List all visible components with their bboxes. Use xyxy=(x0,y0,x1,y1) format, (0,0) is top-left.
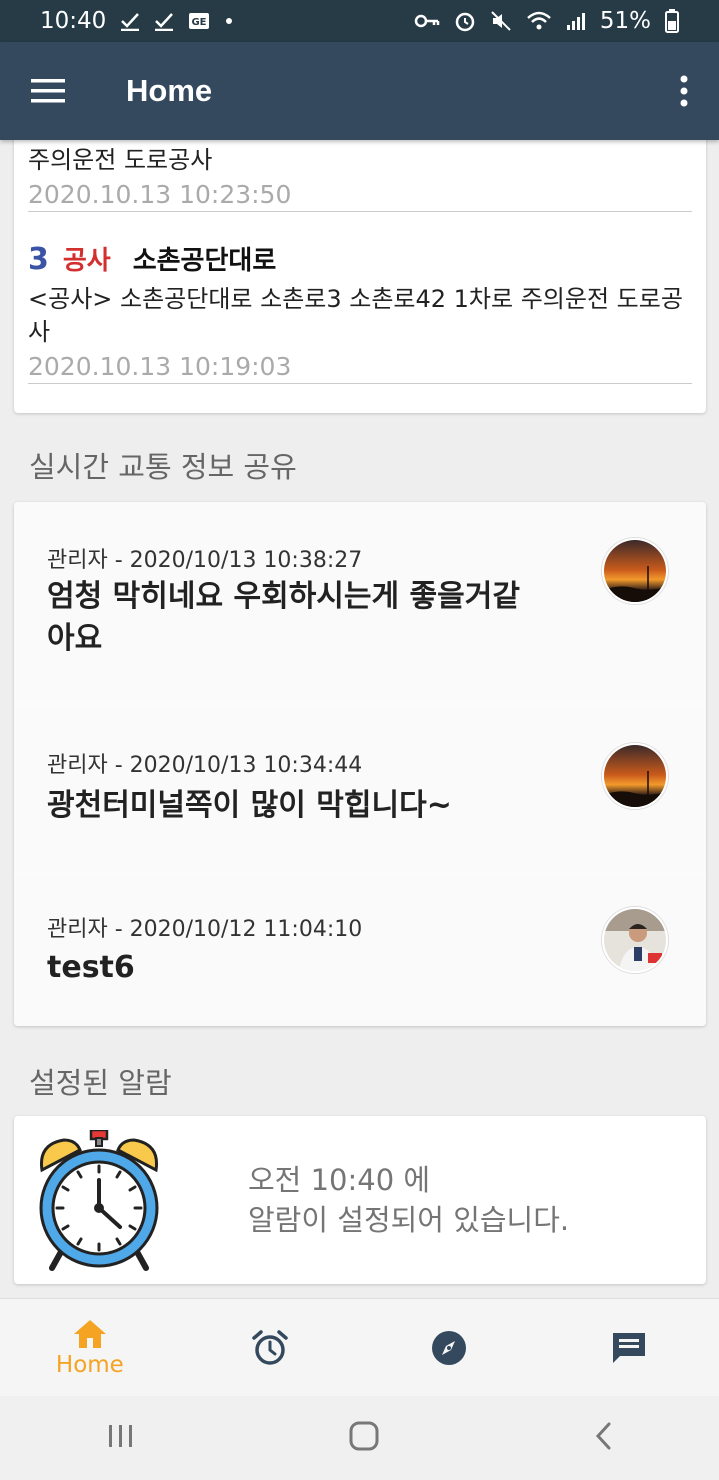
signal-icon xyxy=(566,11,586,31)
alarm-icon xyxy=(251,1329,288,1365)
divider xyxy=(28,383,692,384)
nav-home-label: Home xyxy=(55,1351,124,1378)
alarm-card[interactable]: 오전 10:40 에 알람이 설정되어 있습니다. xyxy=(14,1116,706,1284)
notice-number: 3 xyxy=(28,242,49,277)
more-options-button[interactable] xyxy=(649,42,719,140)
notice-description: <공사> 소촌공단대로 소촌로3 소촌로42 1차로 주의운전 도로공사 xyxy=(28,285,683,346)
home-system-button[interactable] xyxy=(348,1420,380,1456)
app-bar: Home xyxy=(0,42,719,140)
nav-explore[interactable] xyxy=(360,1299,540,1396)
post-text: 엄청 막히네요 우회하시는게 좋을거같아요 xyxy=(47,579,520,656)
key-icon xyxy=(414,13,440,29)
status-right: 51% xyxy=(414,8,679,34)
nav-home[interactable]: Home xyxy=(0,1299,180,1396)
recent-apps-icon xyxy=(109,1425,133,1447)
avatar xyxy=(602,538,668,604)
check-icon xyxy=(154,11,174,31)
share-post[interactable]: 관리자 - 2020/10/13 10:34:44 광천터미널쪽이 많이 막힙니… xyxy=(14,707,706,872)
mute-icon xyxy=(490,10,512,32)
share-card: 관리자 - 2020/10/13 10:38:27 엄청 막히네요 우회하시는게… xyxy=(14,502,706,1026)
post-meta: 관리자 - 2020/10/13 10:34:44 xyxy=(47,753,363,778)
back-button[interactable] xyxy=(593,1421,613,1455)
post-meta: 관리자 - 2020/10/12 11:04:10 xyxy=(47,917,363,942)
share-post[interactable]: 관리자 - 2020/10/13 10:38:27 엄청 막히네요 우회하시는게… xyxy=(14,502,706,702)
alarm-message: 오전 10:40 에 알람이 설정되어 있습니다. xyxy=(248,1160,569,1240)
compass-icon xyxy=(432,1330,467,1365)
notice-header: 3 공사 소촌공단대로 xyxy=(28,240,692,277)
nav-chat[interactable] xyxy=(539,1299,719,1396)
nav-alarm[interactable] xyxy=(180,1299,360,1396)
alarm-status-line: 알람이 설정되어 있습니다. xyxy=(248,1203,570,1237)
dot-icon xyxy=(224,16,234,26)
avatar xyxy=(602,907,668,973)
more-vert-icon xyxy=(680,75,688,107)
status-bar: 10:40 GE 51% xyxy=(0,0,719,42)
notice-time: 2020.10.13 10:23:50 xyxy=(28,180,292,209)
chat-icon xyxy=(613,1332,646,1363)
home-system-icon xyxy=(349,1421,379,1451)
divider xyxy=(28,211,692,212)
notice-item[interactable]: 3 공사 소촌공단대로 <공사> 소촌공단대로 소촌로3 소촌로42 1차로 주… xyxy=(28,240,692,384)
battery-percent: 51% xyxy=(599,8,651,34)
traffic-notice-card: 주의운전 도로공사 2020.10.13 10:23:50 3 공사 소촌공단대… xyxy=(14,140,706,413)
post-text: test6 xyxy=(47,950,135,985)
ge-icon: GE xyxy=(188,12,210,30)
menu-button[interactable] xyxy=(0,42,98,140)
home-icon xyxy=(73,1319,106,1348)
post-text: 광천터미널쪽이 많이 막힙니다~ xyxy=(47,788,452,823)
status-left: 10:40 GE xyxy=(40,8,234,34)
share-section-title: 실시간 교통 정보 공유 xyxy=(29,450,297,484)
hamburger-icon xyxy=(31,79,65,103)
notice-road: 소촌공단대로 xyxy=(132,246,277,276)
notice-item[interactable]: 주의운전 도로공사 2020.10.13 10:23:50 xyxy=(28,144,692,212)
back-icon xyxy=(595,1422,611,1450)
avatar xyxy=(602,743,668,809)
alarm-clock-icon xyxy=(39,1130,159,1271)
notice-time: 2020.10.13 10:19:03 xyxy=(28,352,292,381)
notice-category: 공사 xyxy=(62,246,111,276)
recent-apps-button[interactable] xyxy=(106,1423,136,1453)
alarm-section-title: 설정된 알람 xyxy=(29,1066,172,1100)
svg-text:GE: GE xyxy=(192,17,207,28)
bottom-navigation: Home xyxy=(0,1298,719,1396)
post-meta: 관리자 - 2020/10/13 10:38:27 xyxy=(47,548,363,573)
status-time: 10:40 xyxy=(40,8,107,34)
alarm-time-line: 오전 10:40 에 xyxy=(248,1163,431,1197)
alarm-status-icon xyxy=(454,10,476,32)
content-scroll[interactable]: 주의운전 도로공사 2020.10.13 10:23:50 3 공사 소촌공단대… xyxy=(0,140,719,1298)
check-icon xyxy=(120,11,140,31)
screen: 10:40 GE 51% Home 주의운전 도로공사 2020.10.13 1… xyxy=(0,0,719,1480)
battery-icon xyxy=(665,9,679,33)
notice-description: 주의운전 도로공사 xyxy=(28,146,213,174)
share-post[interactable]: 관리자 - 2020/10/12 11:04:10 test6 xyxy=(14,877,706,1026)
wifi-icon xyxy=(526,10,552,32)
system-navigation-bar xyxy=(0,1396,719,1480)
page-title: Home xyxy=(126,73,213,108)
